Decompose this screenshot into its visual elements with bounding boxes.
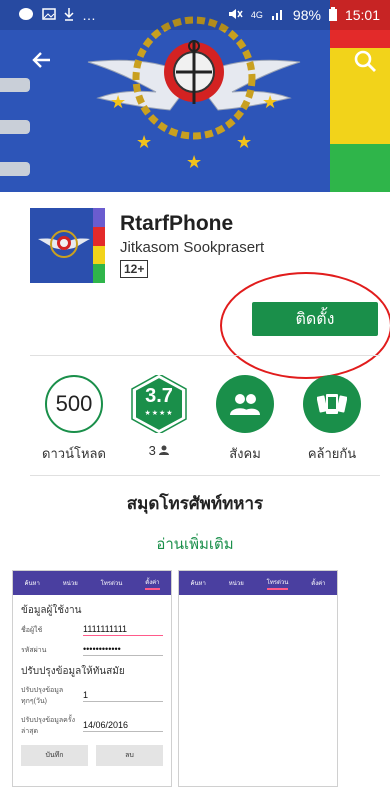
divider: [30, 355, 380, 356]
user-info-heading: ข้อมูลผู้ใช้งาน: [21, 605, 82, 616]
last-update-label: ปรับปรุงข้อมูลครั้งล่าสุด: [21, 717, 76, 735]
similar-apps-icon: [317, 394, 347, 414]
image-notification-icon: [42, 7, 56, 23]
svg-text:★: ★: [186, 152, 202, 172]
social-label: สังคม: [229, 446, 261, 461]
rtarf-emblem-icon: [38, 230, 90, 258]
similar-circle: [303, 375, 361, 433]
save-button: บันทึก: [21, 745, 88, 766]
network-type: 4G: [250, 10, 263, 20]
tab-unit: หน่วย: [62, 581, 78, 587]
battery-icon: [328, 6, 337, 24]
delete-button: ลบ: [96, 745, 163, 766]
username-label: ชื่อผู้ใช้: [21, 626, 43, 634]
reviewers-label: 3: [119, 443, 199, 458]
tab-unit: หน่วย: [228, 581, 244, 587]
mute-icon: [227, 7, 243, 24]
social-stat[interactable]: สังคม: [205, 375, 285, 464]
last-update-field: 14/06/2016: [83, 720, 163, 732]
app-description: สมุดโทรศัพท์ทหาร: [126, 494, 264, 513]
screenshot-tab-bar: ค้นหา หน่วย โทรด่วน ตั้งค่า: [13, 571, 171, 595]
screenshot-tab-bar: ค้นหา หน่วย โทรด่วน ตั้งค่า: [179, 571, 337, 595]
update-days-field: 1: [83, 690, 163, 702]
username-field: 1111111111: [83, 624, 163, 636]
downloads-count: 500: [45, 375, 103, 433]
tab-settings: ตั้งค่า: [311, 581, 326, 587]
more-notifications-icon: …: [82, 7, 96, 23]
tab-quick-call: โทรด่วน: [266, 577, 289, 590]
password-label: รหัสผ่าน: [21, 646, 47, 654]
arrow-left-icon: [32, 52, 50, 68]
notification-icon: [18, 7, 34, 24]
app-icon: [30, 208, 105, 283]
social-circle: [216, 375, 274, 433]
downloads-label: ดาวน์โหลด: [42, 446, 106, 461]
tab-settings: ตั้งค่า: [145, 577, 160, 590]
back-button[interactable]: [30, 48, 54, 72]
developer-name[interactable]: Jitkasom Sookprasert: [120, 239, 264, 256]
person-icon: [159, 443, 170, 458]
install-button[interactable]: ติดตั้ง: [252, 302, 378, 336]
search-icon: [354, 50, 376, 72]
similar-stat[interactable]: คล้ายกัน: [292, 375, 372, 464]
app-name: RtarfPhone: [120, 212, 234, 235]
people-icon: [230, 394, 260, 415]
content-rating-badge: 12+: [120, 260, 149, 278]
reviewers-count: 3: [148, 443, 156, 458]
divider: [30, 475, 380, 476]
update-heading: ปรับปรุงข้อมูลให้ทันสมัย: [21, 666, 125, 677]
rating-value: 3.7: [145, 385, 173, 407]
update-days-label: ปรับปรุงข้อมูลทุกๆ(วัน): [21, 687, 64, 705]
app-screenshot-1[interactable]: ค้นหา หน่วย โทรด่วน ตั้งค่า ข้อมูลผู้ใช้…: [12, 570, 172, 787]
download-icon: [64, 7, 74, 24]
banner-decoration: [0, 78, 30, 192]
app-screenshot-2[interactable]: ค้นหา หน่วย โทรด่วน ตั้งค่า: [178, 570, 338, 787]
search-button[interactable]: [352, 48, 378, 74]
svg-text:★: ★: [236, 132, 252, 152]
password-field: ••••••••••••: [83, 644, 163, 656]
battery-percent: 98%: [292, 7, 321, 23]
svg-text:★: ★: [136, 132, 152, 152]
tab-search: ค้นหา: [190, 581, 206, 587]
similar-label: คล้ายกัน: [307, 446, 357, 461]
signal-icon: [271, 7, 285, 23]
read-more-link[interactable]: อ่านเพิ่มเติม: [0, 532, 390, 556]
tab-search: ค้นหา: [24, 581, 40, 587]
rating-stars: ★★★★: [144, 410, 174, 417]
downloads-stat: 500 ดาวน์โหลด: [34, 375, 114, 464]
status-bar: … 4G 98% 15:01: [0, 0, 390, 30]
clock: 15:01: [344, 7, 380, 23]
svg-text:★: ★: [110, 92, 126, 112]
svg-text:★: ★: [262, 92, 278, 112]
rating-stat[interactable]: 3.7 ★★★★ 3: [119, 375, 199, 458]
tab-quick-call: โทรด่วน: [100, 581, 123, 587]
